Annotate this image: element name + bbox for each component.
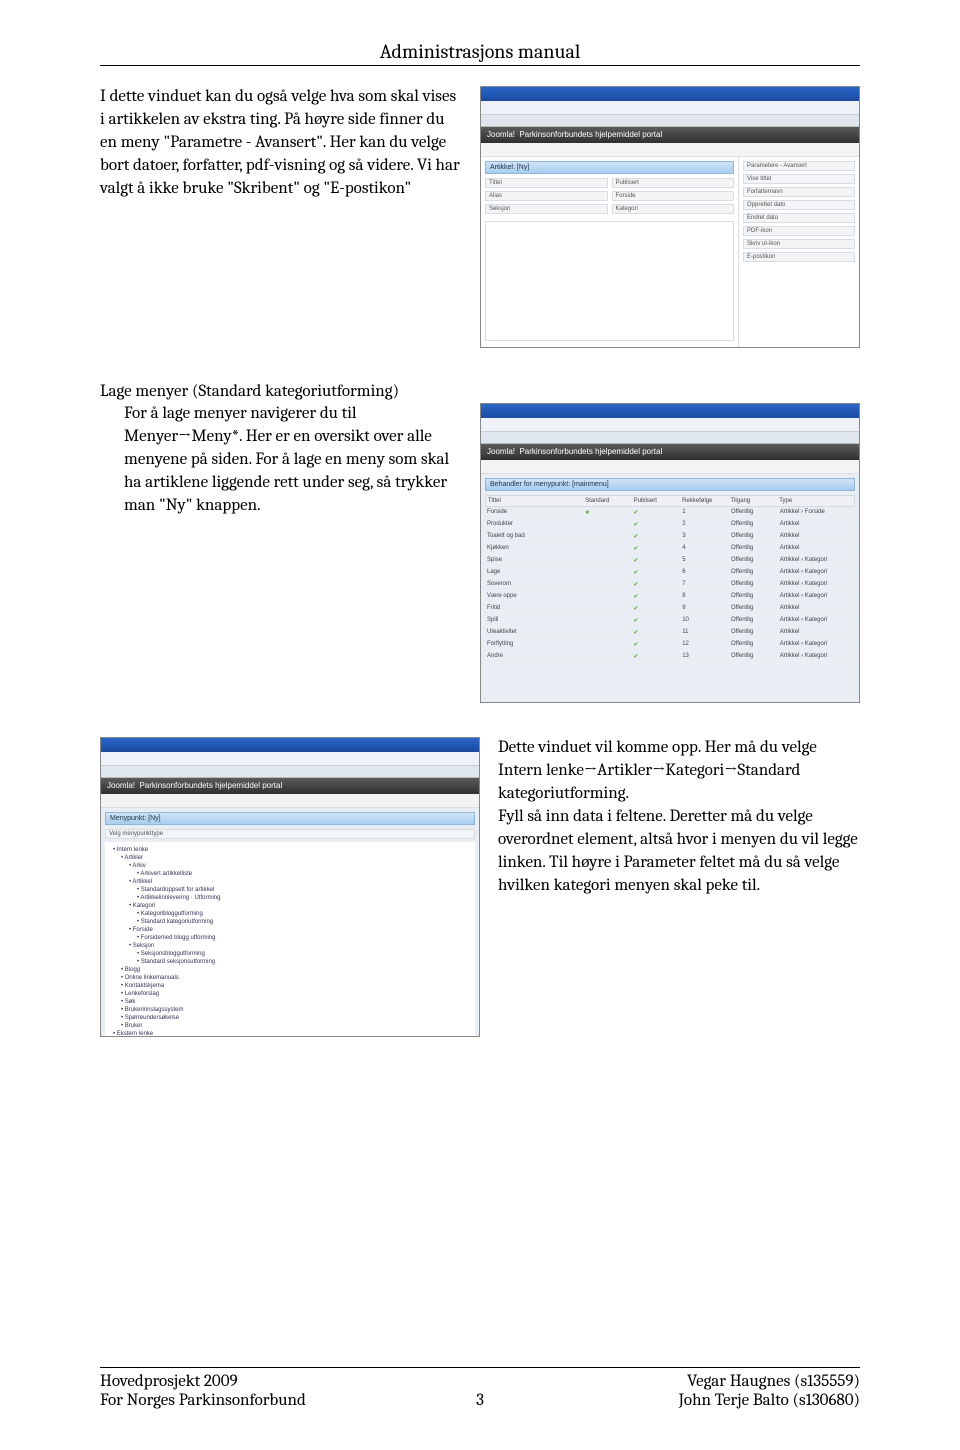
tree-node: • Kontaktskjema xyxy=(109,982,471,990)
tree-node: • Seksjon xyxy=(109,942,471,950)
section-3-text: Dette vinduet vil komme opp. Her må du v… xyxy=(498,737,860,1037)
section-3-screenshot: Joomla! Parkinsonforbundets hjelpemiddel… xyxy=(100,737,480,1037)
page-title: Administrasjons manual xyxy=(0,40,960,63)
table-row: Soverom✔7OffentligArtikkel › Kategori xyxy=(485,579,855,591)
right-panel-label: Parametere - Avansert xyxy=(743,161,855,171)
table-row: Forside★✔1OffentligArtikkel › Forside xyxy=(485,507,855,519)
menu-tree: • Intern lenke• Artikler• Arkiv• Arkiver… xyxy=(105,842,475,1037)
page-number: 3 xyxy=(0,1363,960,1410)
tree-node: • Lenkeforslag xyxy=(109,990,471,998)
table-row: Lage✔6OffentligArtikkel › Kategori xyxy=(485,567,855,579)
article-panel-title: Artikkel: [Ny] xyxy=(485,161,734,174)
section-1-screenshot: Joomla! Parkinsonforbundets hjelpemiddel… xyxy=(480,86,860,348)
tree-node: • Online linkemanuals xyxy=(109,974,471,982)
section-2-body: For å lage menyer navigerer du til Menye… xyxy=(124,403,462,703)
tree-node: • Intern lenke xyxy=(109,846,471,854)
header-rule xyxy=(100,65,860,66)
menu-table-body: Forside★✔1OffentligArtikkel › ForsidePro… xyxy=(485,507,855,663)
table-row: Spise✔5OffentligArtikkel › Kategori xyxy=(485,555,855,567)
joomla-logo-text: Joomla! xyxy=(487,130,515,139)
portal-title: Parkinsonforbundets hjelpemiddel portal xyxy=(519,130,662,139)
table-row: Kjøkken✔4OffentligArtikkel xyxy=(485,543,855,555)
tree-node: • Arkiv xyxy=(109,862,471,870)
portal-title-3: Parkinsonforbundets hjelpemiddel portal xyxy=(139,781,282,790)
table-row: Være oppe✔8OffentligArtikkel › Kategori xyxy=(485,591,855,603)
tree-node: • Seksjonsbloggutforming xyxy=(109,950,471,958)
tree-node: • Artikkelinnlevering · Utforming xyxy=(109,894,471,902)
tree-node: • Kategoribloggutforming xyxy=(109,910,471,918)
tree-node: • Standard seksjonsutforming xyxy=(109,958,471,966)
joomla-logo-text-2: Joomla! xyxy=(487,447,515,456)
menu-table-header: Tittel Standard Publisert Rekkefølge Til… xyxy=(485,495,855,507)
tree-node: • Arkivert artikkelliste xyxy=(109,870,471,878)
joomla-logo-text-3: Joomla! xyxy=(107,781,135,790)
tree-node: • Spørreundersøkelse xyxy=(109,1014,471,1022)
table-row: Toalett og bad✔3OffentligArtikkel xyxy=(485,531,855,543)
menupoint-panel-title: Menypunkt: [Ny] xyxy=(105,812,475,825)
tree-node: • Bruker xyxy=(109,1022,471,1030)
section-2: Lage menyer (Standard kategoriutforming)… xyxy=(100,382,860,703)
section-1-text: I dette vinduet kan du også velge hva so… xyxy=(100,86,462,348)
section-1: I dette vinduet kan du også velge hva so… xyxy=(100,86,860,348)
tree-node: • Standard kategoriutforming xyxy=(109,918,471,926)
tree-node: • Brukerinnslagssystem xyxy=(109,1006,471,1014)
table-row: Forflytting✔12OffentligArtikkel › Katego… xyxy=(485,639,855,651)
menu-panel-title: Behandler for menypunkt: [mainmenu] xyxy=(485,478,855,491)
tree-node: • Forsidemed blogg utforming xyxy=(109,934,471,942)
table-row: Spill✔10OffentligArtikkel › Kategori xyxy=(485,615,855,627)
table-row: Uteaktivitet✔11OffentligArtikkel xyxy=(485,627,855,639)
portal-title-2: Parkinsonforbundets hjelpemiddel portal xyxy=(519,447,662,456)
tree-node: • Kategori xyxy=(109,902,471,910)
table-row: Fritid✔9OffentligArtikkel xyxy=(485,603,855,615)
section-3: Joomla! Parkinsonforbundets hjelpemiddel… xyxy=(100,737,860,1037)
tree-node: • Søk xyxy=(109,998,471,1006)
section-2-screenshot: Joomla! Parkinsonforbundets hjelpemiddel… xyxy=(480,403,860,703)
tree-node: • Artikler xyxy=(109,854,471,862)
page-header: Administrasjons manual xyxy=(0,0,960,66)
tree-node: • Ekstern lenke xyxy=(109,1030,471,1037)
tree-label: Velg menypunkttype xyxy=(105,829,475,839)
tree-node: • Artikkel xyxy=(109,878,471,886)
main-content: I dette vinduet kan du også velge hva so… xyxy=(0,76,960,1037)
table-row: Andre✔13OffentligArtikkel › Kategori xyxy=(485,651,855,663)
section-2-heading: Lage menyer (Standard kategoriutforming) xyxy=(100,382,860,401)
tree-node: • Forside xyxy=(109,926,471,934)
tree-node: • Blogg xyxy=(109,966,471,974)
table-row: Produkter✔2OffentligArtikkel xyxy=(485,519,855,531)
tree-node: • Standardoppsett for artikkel xyxy=(109,886,471,894)
